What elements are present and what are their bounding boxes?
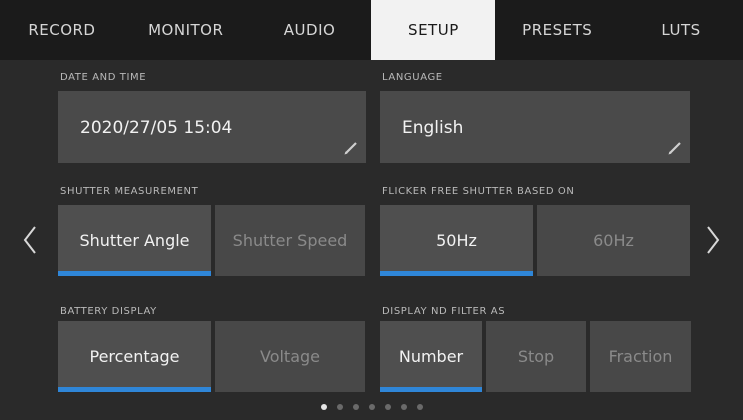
language-field[interactable]: English <box>380 91 690 163</box>
pencil-icon <box>668 142 681 155</box>
percentage-option[interactable]: Percentage <box>58 321 211 392</box>
language-value: English <box>402 118 464 138</box>
tab-setup[interactable]: SETUP <box>371 0 496 60</box>
shutter-measurement-label: SHUTTER MEASUREMENT <box>60 186 199 197</box>
page-indicator <box>0 404 743 410</box>
page-dot[interactable] <box>368 404 375 410</box>
previous-page-button[interactable] <box>10 220 50 260</box>
tab-bar: RECORD MONITOR AUDIO SETUP PRESETS LUTS <box>0 0 743 60</box>
page-dot[interactable] <box>416 404 423 410</box>
chevron-left-icon <box>23 226 36 254</box>
shutter-measurement-selector: Shutter Angle Shutter Speed <box>58 205 365 276</box>
voltage-option[interactable]: Voltage <box>215 321 365 392</box>
number-option[interactable]: Number <box>380 321 482 392</box>
battery-display-label: BATTERY DISPLAY <box>60 306 157 317</box>
nd-filter-label: DISPLAY ND FILTER AS <box>382 306 506 317</box>
tab-monitor[interactable]: MONITOR <box>124 0 248 60</box>
50hz-option[interactable]: 50Hz <box>380 205 533 276</box>
60hz-option[interactable]: 60Hz <box>537 205 690 276</box>
stop-option[interactable]: Stop <box>486 321 586 392</box>
battery-display-selector: Percentage Voltage <box>58 321 365 392</box>
shutter-speed-option[interactable]: Shutter Speed <box>215 205 365 276</box>
page-dot[interactable] <box>336 404 343 410</box>
fraction-option[interactable]: Fraction <box>590 321 691 392</box>
next-page-button[interactable] <box>693 220 733 260</box>
chevron-right-icon <box>707 226 720 254</box>
flicker-free-selector: 50Hz 60Hz <box>380 205 690 276</box>
tab-audio[interactable]: AUDIO <box>248 0 372 60</box>
page-dot[interactable] <box>320 404 327 410</box>
date-time-field[interactable]: 2020/27/05 15:04 <box>58 91 366 163</box>
language-label: LANGUAGE <box>382 72 443 83</box>
tab-presets[interactable]: PRESETS <box>495 0 619 60</box>
nd-filter-selector: Number Stop Fraction <box>380 321 691 392</box>
page-dot[interactable] <box>352 404 359 410</box>
flicker-free-label: FLICKER FREE SHUTTER BASED ON <box>382 186 575 197</box>
page-dot[interactable] <box>400 404 407 410</box>
date-time-label: DATE AND TIME <box>60 72 147 83</box>
tab-luts[interactable]: LUTS <box>619 0 743 60</box>
tab-record[interactable]: RECORD <box>0 0 124 60</box>
shutter-angle-option[interactable]: Shutter Angle <box>58 205 211 276</box>
setup-screen: RECORD MONITOR AUDIO SETUP PRESETS LUTS … <box>0 0 743 420</box>
pencil-icon <box>344 142 357 155</box>
page-dot[interactable] <box>384 404 391 410</box>
date-time-value: 2020/27/05 15:04 <box>80 118 233 138</box>
